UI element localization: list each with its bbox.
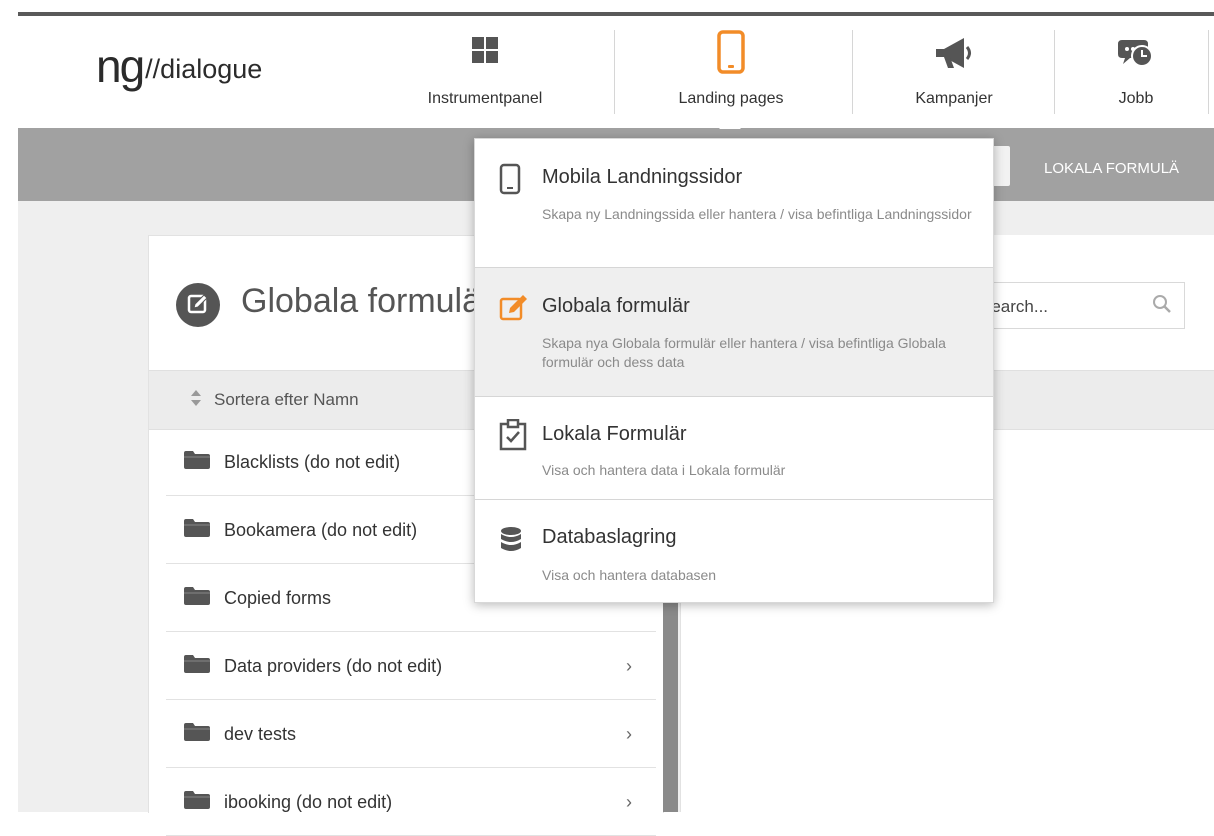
folder-row[interactable]: Data providers (do not edit) › — [166, 632, 656, 700]
menu-item-description: Skapa nya Globala formulär eller hantera… — [542, 335, 946, 370]
folder-icon — [184, 451, 210, 474]
dropdown-pointer — [719, 118, 741, 129]
folder-row[interactable]: dev tests › — [166, 700, 656, 768]
menu-item-description: Skapa ny Landningssida eller hantera / v… — [542, 206, 972, 222]
logo-text: //dialogue — [145, 54, 263, 84]
dashboard-grid-icon — [471, 36, 499, 69]
folder-icon — [184, 723, 210, 746]
menu-item-mobila-landningssidor[interactable]: Mobila Landningssidor Skapa ny Landnings… — [475, 139, 993, 268]
nav-divider — [852, 30, 853, 114]
chat-clock-icon — [1118, 36, 1154, 75]
nav-item-jobb[interactable]: Jobb — [1064, 16, 1208, 128]
nav-divider — [1054, 30, 1055, 114]
folder-name: Data providers (do not edit) — [224, 656, 443, 676]
nav-item-landing-pages[interactable]: Landing pages — [634, 16, 828, 128]
mobile-phone-icon — [717, 30, 745, 79]
folder-name: ibooking (do not edit) — [224, 792, 393, 812]
logo-mark: ng — [96, 40, 145, 92]
sub-nav-tab[interactable] — [992, 146, 1010, 186]
folder-name: dev tests — [224, 724, 297, 744]
header: ng //dialogue Instrumentpanel Landing pa… — [18, 16, 1214, 128]
nav-label: Landing pages — [678, 90, 784, 107]
menu-item-description: Visa och hantera data i Lokala formulär — [542, 462, 786, 478]
nav-label: Kampanjer — [915, 90, 993, 107]
logo[interactable]: ng //dialogue — [96, 40, 263, 92]
menu-item-description: Visa och hantera databasen — [542, 567, 717, 583]
menu-item-title: Mobila Landningssidor — [542, 166, 743, 188]
folder-name: Blacklists (do not edit) — [224, 452, 401, 472]
edit-circle-icon — [176, 283, 220, 327]
chevron-right-icon: › — [626, 656, 632, 676]
menu-item-title: Lokala Formulär — [542, 423, 687, 445]
edit-icon — [499, 293, 529, 328]
folder-icon — [184, 655, 210, 678]
database-icon — [499, 526, 523, 559]
sort-label[interactable]: Sortera efter Namn — [214, 390, 359, 410]
chevron-right-icon: › — [626, 792, 632, 812]
folder-name: Copied forms — [224, 588, 332, 608]
nav-label: Jobb — [1118, 90, 1154, 107]
folder-row[interactable]: ibooking (do not edit) › — [166, 768, 656, 836]
nav-divider — [614, 30, 615, 114]
nav-item-kampanjer[interactable]: Kampanjer — [864, 16, 1044, 128]
megaphone-icon — [934, 36, 974, 75]
folder-icon — [184, 519, 210, 542]
menu-item-title: Databaslagring — [542, 526, 677, 548]
menu-item-title: Globala formulär — [542, 295, 690, 317]
page-title: Globala formulär — [241, 282, 493, 320]
subnav-link-lokala-formular[interactable]: LOKALA FORMULÄ — [1044, 160, 1179, 177]
clipboard-check-icon — [499, 418, 527, 456]
mobile-phone-icon — [499, 163, 521, 200]
chevron-right-icon: › — [626, 724, 632, 744]
menu-item-globala-formular[interactable]: Globala formulär Skapa nya Globala formu… — [475, 268, 993, 397]
folder-icon — [184, 791, 210, 814]
menu-item-databaslagring[interactable]: Databaslagring Visa och hantera database… — [475, 500, 993, 602]
search-icon[interactable] — [1152, 294, 1172, 319]
sort-icon — [190, 389, 202, 412]
nav-divider — [1208, 30, 1209, 114]
folder-name: Bookamera (do not edit) — [224, 520, 418, 540]
nav-item-instrumentpanel[interactable]: Instrumentpanel — [388, 16, 582, 128]
folder-icon — [184, 587, 210, 610]
landing-pages-dropdown: Mobila Landningssidor Skapa ny Landnings… — [474, 138, 994, 603]
menu-item-lokala-formular[interactable]: Lokala Formulär Visa och hantera data i … — [475, 397, 993, 500]
nav-label: Instrumentpanel — [427, 90, 543, 107]
